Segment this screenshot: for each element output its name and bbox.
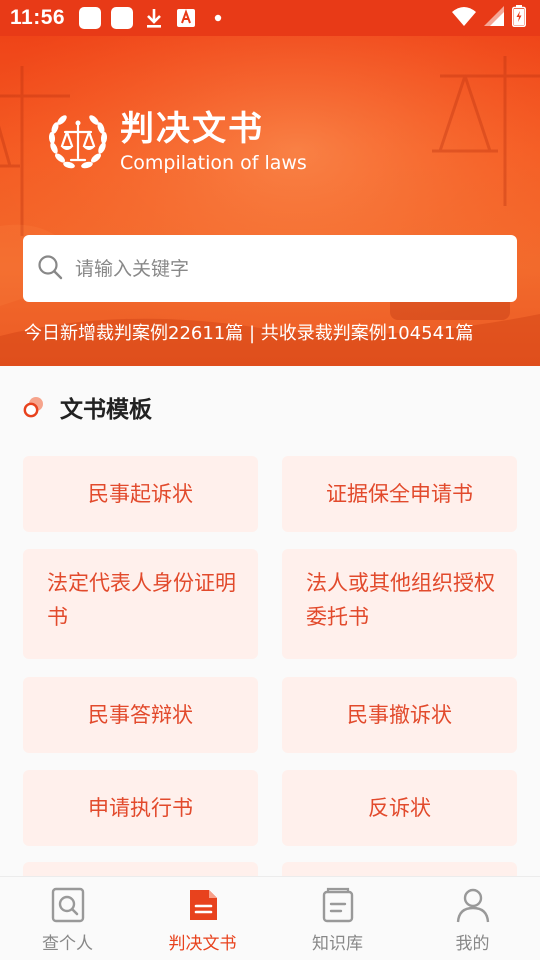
- brand-header: 判决文书 Compilation of laws: [44, 108, 307, 176]
- download-icon: [143, 7, 165, 29]
- bottom-nav: 查个人 判决文书 知识库 我的: [0, 876, 540, 960]
- nav-label: 知识库: [312, 934, 363, 954]
- template-card-label: 申请执行书: [88, 796, 193, 820]
- app-notification-icon: [111, 7, 134, 29]
- search-person-icon: [51, 887, 84, 923]
- search-icon: [37, 254, 63, 284]
- case-stats-text: 今日新增裁判案例22611篇 | 共收录裁判案例104541篇: [24, 323, 474, 344]
- template-card-counterclaim[interactable]: 反诉状: [282, 770, 517, 846]
- template-card-execution-application[interactable]: 申请执行书: [23, 770, 258, 846]
- template-card-power-of-attorney[interactable]: 法人或其他组织授权委托书: [282, 549, 517, 659]
- templates-section: 文书模板 民事起诉状 证据保全申请书 法定代表人身份证明书 法人或其他组织授权委…: [0, 366, 540, 878]
- template-card-label: 民事答辩状: [88, 703, 193, 727]
- battery-charging-icon: [512, 5, 526, 31]
- app-notification-icon: [79, 7, 102, 29]
- hero-background-image: [0, 36, 540, 366]
- template-card-civil-withdrawal[interactable]: 民事撤诉状: [282, 677, 517, 753]
- section-header: 文书模板: [22, 390, 152, 424]
- template-card-label: 法定代表人身份证明书: [47, 571, 236, 629]
- template-card-label: 民事撤诉状: [347, 703, 452, 727]
- search-input[interactable]: [75, 257, 475, 280]
- status-time: 11:56: [10, 6, 66, 29]
- hero-banner: 判决文书 Compilation of laws 今日新增裁判案例22611篇 …: [0, 36, 540, 366]
- search-box[interactable]: [23, 235, 517, 302]
- template-card-civil-complaint[interactable]: 民事起诉状: [23, 456, 258, 532]
- user-icon: [456, 888, 489, 923]
- section-bubble-icon: [23, 397, 43, 418]
- nav-label: 我的: [455, 934, 490, 954]
- nav-item-search-person[interactable]: 查个人: [0, 877, 135, 960]
- wifi-icon: [452, 6, 476, 30]
- book-icon: [322, 887, 353, 923]
- template-card-label: 民事起诉状: [88, 482, 193, 506]
- nav-label: 判决文书: [168, 934, 237, 954]
- nav-item-knowledge-base[interactable]: 知识库: [270, 877, 405, 960]
- brand-title: 判决文书: [120, 109, 264, 149]
- template-card-evidence-preservation[interactable]: 证据保全申请书: [282, 456, 517, 532]
- dot-icon: [207, 7, 229, 29]
- brand-subtitle: Compilation of laws: [120, 152, 307, 174]
- nav-item-judgment-documents[interactable]: 判决文书: [135, 877, 270, 960]
- notification-icons: [79, 7, 229, 29]
- status-bar: 11:56: [0, 0, 540, 36]
- section-title: 文书模板: [60, 397, 152, 423]
- signal-icon: [484, 6, 504, 30]
- document-icon: [189, 890, 217, 920]
- translate-icon: [175, 7, 197, 29]
- template-card-label: 反诉状: [368, 796, 431, 820]
- template-card-civil-defense[interactable]: 民事答辩状: [23, 677, 258, 753]
- nav-label: 查个人: [42, 934, 93, 954]
- scales-of-justice-icon: [48, 115, 108, 169]
- template-card-label: 证据保全申请书: [326, 482, 473, 506]
- template-card-label: 法人或其他组织授权委托书: [306, 571, 495, 629]
- system-icons: [452, 5, 526, 31]
- nav-item-profile[interactable]: 我的: [405, 877, 540, 960]
- template-card-legal-representative-proof[interactable]: 法定代表人身份证明书: [23, 549, 258, 659]
